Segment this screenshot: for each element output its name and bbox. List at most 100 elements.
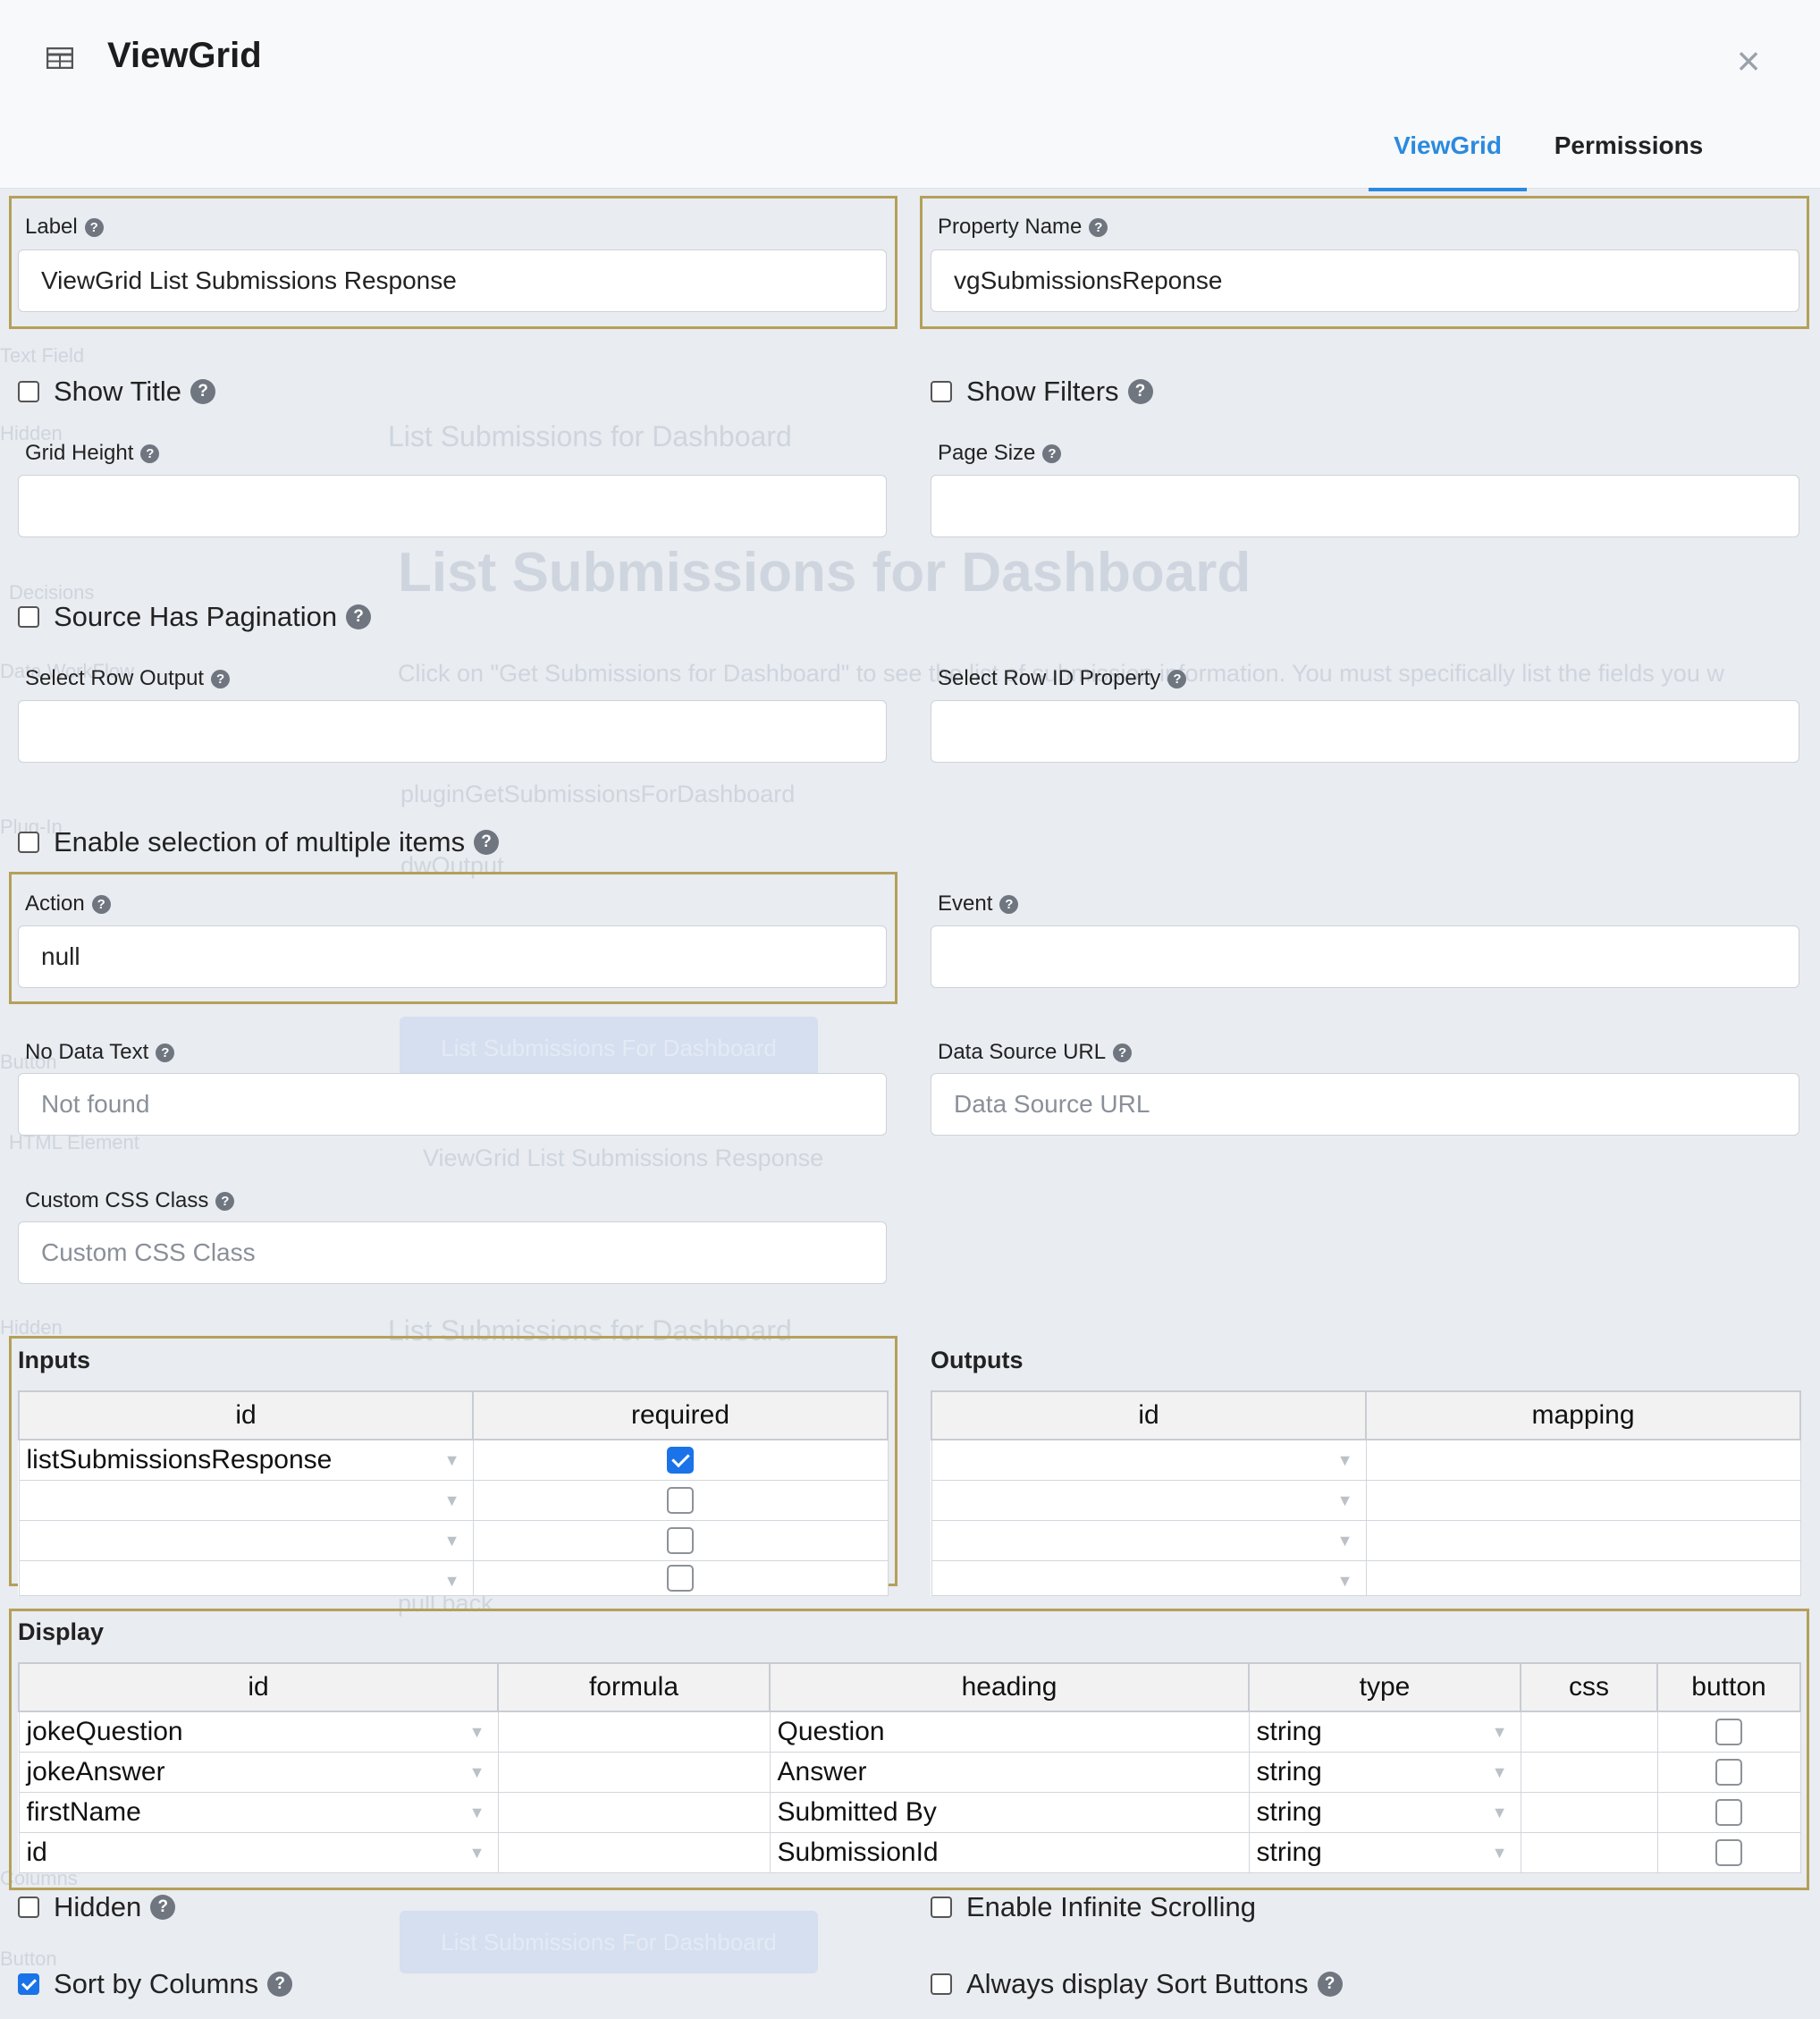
type-cell[interactable]: string ▼ (1248, 1792, 1521, 1833)
id-cell[interactable]: ▼ (18, 1560, 474, 1596)
grid-height-input[interactable] (18, 475, 887, 537)
button-checkbox[interactable] (1715, 1719, 1742, 1745)
dropdown-arrow-icon[interactable]: ▼ (469, 1763, 485, 1782)
dropdown-arrow-icon[interactable]: ▼ (469, 1723, 485, 1742)
page-size-input[interactable] (931, 475, 1799, 537)
checkbox[interactable] (18, 1897, 39, 1918)
help-icon[interactable]: ? (91, 894, 111, 914)
enable-infinite-scrolling-checkbox[interactable]: Enable Infinite Scrolling (931, 1891, 1256, 1923)
formula-cell[interactable] (497, 1711, 771, 1753)
help-icon[interactable]: ? (150, 1895, 176, 1920)
heading-cell[interactable]: Question (769, 1711, 1250, 1753)
help-icon[interactable]: ? (1127, 379, 1153, 404)
button-checkbox[interactable] (1715, 1799, 1742, 1826)
help-icon[interactable]: ? (211, 669, 231, 688)
mapping-cell[interactable] (1365, 1439, 1801, 1481)
required-checkbox[interactable] (667, 1527, 694, 1554)
formula-cell[interactable] (497, 1792, 771, 1833)
heading-cell[interactable]: SubmissionId (769, 1832, 1250, 1873)
required-checkbox[interactable] (667, 1447, 694, 1474)
help-icon[interactable]: ? (1317, 1972, 1343, 1997)
select-row-output-input[interactable] (18, 700, 887, 763)
help-icon[interactable]: ? (156, 1043, 175, 1062)
button-checkbox[interactable] (1715, 1759, 1742, 1786)
show-title-checkbox[interactable]: Show Title? (18, 376, 216, 408)
css-cell[interactable] (1520, 1752, 1658, 1793)
required-checkbox[interactable] (667, 1565, 694, 1592)
label-input[interactable]: ViewGrid List Submissions Response (18, 249, 887, 312)
checkbox[interactable] (18, 381, 39, 402)
column-header[interactable]: mapping (1365, 1390, 1801, 1440)
help-icon[interactable]: ? (1089, 217, 1108, 237)
column-header[interactable]: type (1248, 1662, 1521, 1712)
checkbox[interactable] (18, 1973, 39, 1995)
dropdown-arrow-icon[interactable]: ▼ (444, 1572, 460, 1591)
help-icon[interactable]: ? (474, 830, 500, 855)
id-cell[interactable]: ▼ (931, 1480, 1367, 1521)
formula-cell[interactable] (497, 1752, 771, 1793)
dropdown-arrow-icon[interactable]: ▼ (1492, 1844, 1508, 1863)
column-header[interactable]: button (1656, 1662, 1801, 1712)
mapping-cell[interactable] (1365, 1560, 1801, 1596)
css-cell[interactable] (1520, 1711, 1658, 1753)
type-cell[interactable]: string ▼ (1248, 1711, 1521, 1753)
help-icon[interactable]: ? (1113, 1043, 1133, 1062)
property-name-input[interactable]: vgSubmissionsReponse (931, 249, 1799, 312)
column-header[interactable]: id (18, 1390, 474, 1440)
id-cell[interactable]: id ▼ (18, 1832, 499, 1873)
button-checkbox[interactable] (1715, 1839, 1742, 1866)
mapping-cell[interactable] (1365, 1520, 1801, 1561)
id-cell[interactable]: ▼ (931, 1560, 1367, 1596)
column-header[interactable]: formula (497, 1662, 771, 1712)
heading-cell[interactable]: Answer (769, 1752, 1250, 1793)
select-row-id-property-input[interactable] (931, 700, 1799, 763)
dropdown-arrow-icon[interactable]: ▼ (1337, 1532, 1353, 1550)
dropdown-arrow-icon[interactable]: ▼ (1492, 1723, 1508, 1742)
id-cell[interactable]: ▼ (931, 1439, 1367, 1481)
css-cell[interactable] (1520, 1792, 1658, 1833)
help-icon[interactable]: ? (190, 379, 216, 404)
dropdown-arrow-icon[interactable]: ▼ (1337, 1491, 1353, 1510)
checkbox[interactable] (931, 1973, 952, 1995)
help-icon[interactable]: ? (1042, 444, 1062, 463)
help-icon[interactable]: ? (267, 1972, 293, 1997)
id-cell[interactable]: ▼ (18, 1520, 474, 1561)
column-header[interactable]: id (931, 1390, 1367, 1440)
close-icon[interactable]: × (1731, 40, 1766, 81)
custom-css-class-input[interactable]: Custom CSS Class (18, 1221, 887, 1284)
dropdown-arrow-icon[interactable]: ▼ (444, 1532, 460, 1550)
dropdown-arrow-icon[interactable]: ▼ (444, 1451, 460, 1470)
column-header[interactable]: heading (769, 1662, 1250, 1712)
mapping-cell[interactable] (1365, 1480, 1801, 1521)
help-icon[interactable]: ? (140, 444, 160, 463)
id-cell[interactable]: listSubmissionsResponse ▼ (18, 1439, 474, 1481)
id-cell[interactable]: ▼ (18, 1480, 474, 1521)
column-header[interactable]: required (472, 1390, 889, 1440)
id-cell[interactable]: ▼ (931, 1520, 1367, 1561)
enable-multi-select-checkbox[interactable]: Enable selection of multiple items? (18, 826, 500, 858)
dropdown-arrow-icon[interactable]: ▼ (469, 1844, 485, 1863)
dropdown-arrow-icon[interactable]: ▼ (1337, 1451, 1353, 1470)
show-filters-checkbox[interactable]: Show Filters? (931, 376, 1153, 408)
hidden-checkbox[interactable]: Hidden? (18, 1891, 176, 1923)
dropdown-arrow-icon[interactable]: ▼ (444, 1491, 460, 1510)
tab-permissions[interactable]: Permissions (1538, 131, 1720, 188)
help-icon[interactable]: ? (215, 1191, 235, 1211)
required-checkbox[interactable] (667, 1487, 694, 1514)
checkbox[interactable] (931, 1897, 952, 1918)
checkbox[interactable] (18, 832, 39, 853)
column-header[interactable]: id (18, 1662, 499, 1712)
sort-by-columns-checkbox[interactable]: Sort by Columns? (18, 1968, 293, 2000)
dropdown-arrow-icon[interactable]: ▼ (1337, 1572, 1353, 1591)
source-has-pagination-checkbox[interactable]: Source Has Pagination? (18, 601, 372, 633)
type-cell[interactable]: string ▼ (1248, 1752, 1521, 1793)
dropdown-arrow-icon[interactable]: ▼ (469, 1804, 485, 1822)
id-cell[interactable]: firstName ▼ (18, 1792, 499, 1833)
help-icon[interactable]: ? (346, 604, 372, 629)
dropdown-arrow-icon[interactable]: ▼ (1492, 1763, 1508, 1782)
dropdown-arrow-icon[interactable]: ▼ (1492, 1804, 1508, 1822)
help-icon[interactable]: ? (999, 894, 1019, 914)
type-cell[interactable]: string ▼ (1248, 1832, 1521, 1873)
id-cell[interactable]: jokeQuestion ▼ (18, 1711, 499, 1753)
action-input[interactable]: null (18, 925, 887, 988)
